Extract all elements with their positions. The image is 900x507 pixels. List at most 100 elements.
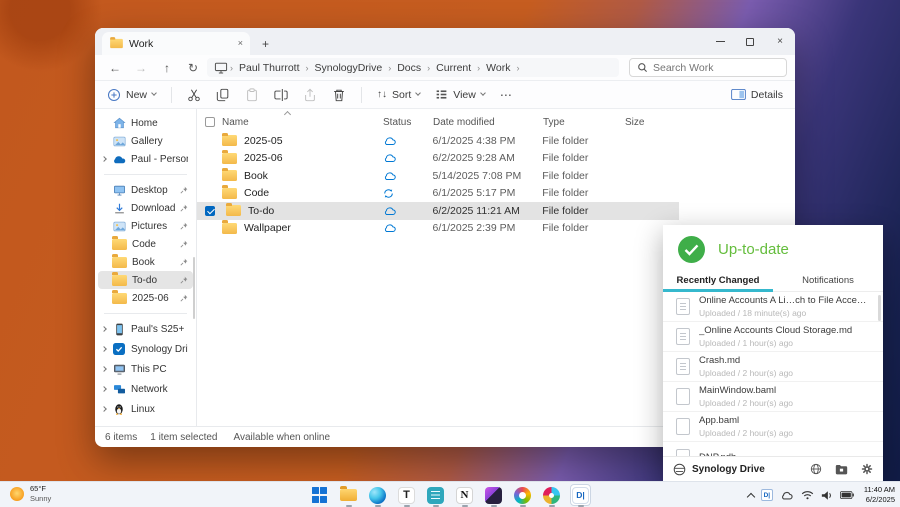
chevron-right-icon[interactable] bbox=[101, 156, 107, 162]
refresh-button[interactable]: ↻ bbox=[181, 62, 205, 74]
tab-work[interactable]: Work × bbox=[102, 32, 250, 55]
delete-button[interactable] bbox=[332, 88, 346, 102]
chevron-right-icon[interactable] bbox=[101, 346, 107, 352]
tray-chevron-up-icon[interactable] bbox=[747, 492, 755, 500]
taskbar-photos[interactable] bbox=[512, 484, 533, 506]
table-row[interactable]: 2025-06 6/2/2025 9:28 AM File folder bbox=[197, 150, 679, 168]
select-all-checkbox[interactable] bbox=[205, 117, 215, 127]
sidebar-item-code[interactable]: Code bbox=[98, 235, 193, 253]
taskbar-edge[interactable] bbox=[367, 484, 388, 506]
document-icon bbox=[676, 358, 690, 375]
sidebar-item-todo[interactable]: To-do bbox=[98, 271, 193, 289]
taskbar-notion[interactable]: N bbox=[454, 484, 475, 506]
table-row[interactable]: Code 6/1/2025 5:17 PM File folder bbox=[197, 185, 679, 203]
sidebar-divider bbox=[104, 174, 187, 175]
new-button[interactable]: New bbox=[107, 88, 156, 102]
folder-open-icon[interactable] bbox=[835, 464, 848, 475]
chevron-right-icon[interactable] bbox=[101, 406, 107, 412]
sidebar-item-label: Pictures bbox=[131, 221, 167, 232]
taskbar-affinity[interactable] bbox=[483, 484, 504, 506]
tab-recently-changed[interactable]: Recently Changed bbox=[663, 271, 773, 291]
sidebar-item-label: Gallery bbox=[131, 136, 163, 147]
tab-close-icon[interactable]: × bbox=[238, 39, 243, 48]
close-button[interactable]: × bbox=[765, 28, 795, 55]
copy-button[interactable] bbox=[216, 88, 230, 102]
tray-onedrive-cloud-icon[interactable] bbox=[780, 491, 794, 500]
globe-icon[interactable] bbox=[810, 463, 822, 475]
gear-icon[interactable] bbox=[861, 463, 873, 475]
tray-synology-icon[interactable]: D| bbox=[761, 489, 773, 501]
table-row-selected[interactable]: To-do 6/2/2025 11:21 AM File folder bbox=[197, 202, 679, 220]
list-item[interactable]: MainWindow.baml Uploaded / 2 hour(s) ago bbox=[663, 382, 883, 412]
row-checkbox-checked[interactable] bbox=[205, 206, 215, 216]
column-header-name[interactable]: Name bbox=[222, 117, 249, 128]
details-button[interactable]: Details bbox=[731, 89, 783, 101]
breadcrumb-item[interactable]: SynologyDrive bbox=[311, 62, 387, 74]
sidebar-item-gallery[interactable]: Gallery bbox=[98, 132, 193, 150]
sidebar-item-home[interactable]: Home bbox=[98, 114, 193, 132]
list-item[interactable]: _Online Accounts Cloud Storage.md Upload… bbox=[663, 322, 883, 352]
address-bar: ← → ↑ ↻ › Paul Thurrott › SynologyDrive … bbox=[95, 55, 795, 80]
column-header-size[interactable]: Size bbox=[625, 117, 680, 128]
list-item[interactable]: DNP.pdb bbox=[663, 442, 883, 456]
list-item[interactable]: App.baml Uploaded / 2 hour(s) ago bbox=[663, 412, 883, 442]
taskbar-slack[interactable] bbox=[541, 484, 562, 506]
taskbar-app-t[interactable]: T bbox=[396, 484, 417, 506]
wifi-icon[interactable] bbox=[801, 490, 814, 500]
paste-button[interactable] bbox=[245, 88, 259, 102]
breadcrumb-item[interactable]: Docs bbox=[393, 62, 425, 74]
share-button[interactable] bbox=[303, 88, 317, 102]
list-item[interactable]: Online Accounts A Li…ch to File Access.m… bbox=[663, 292, 883, 322]
column-header-type[interactable]: Type bbox=[543, 117, 625, 128]
back-button[interactable]: ← bbox=[103, 62, 127, 74]
search-box[interactable] bbox=[629, 58, 787, 77]
sidebar-item-synology-drive[interactable]: Synology Drive - t bbox=[98, 340, 193, 358]
sidebar-item-phone[interactable]: Paul's S25+ bbox=[98, 320, 193, 338]
maximize-button[interactable] bbox=[735, 28, 765, 55]
chevron-right-icon[interactable] bbox=[101, 366, 107, 372]
clock[interactable]: 11:40 AM 6/2/2025 bbox=[864, 485, 895, 505]
sidebar-scrollbar[interactable] bbox=[193, 257, 195, 319]
breadcrumb-item[interactable]: Work bbox=[482, 62, 514, 74]
up-button[interactable]: ↑ bbox=[155, 62, 179, 74]
minimize-button[interactable] bbox=[705, 28, 735, 55]
list-item[interactable]: Crash.md Uploaded / 2 hour(s) ago bbox=[663, 352, 883, 382]
battery-icon[interactable] bbox=[840, 491, 854, 499]
sidebar-item-onedrive-personal[interactable]: Paul - Personal bbox=[98, 150, 193, 168]
breadcrumb-item[interactable]: Current bbox=[432, 62, 475, 74]
breadcrumb-item[interactable]: Paul Thurrott bbox=[235, 62, 304, 74]
popup-scrollbar[interactable] bbox=[878, 295, 881, 321]
sidebar-item-network[interactable]: Network bbox=[98, 380, 193, 398]
taskbar-synology-drive[interactable]: D| bbox=[570, 484, 591, 506]
rename-button[interactable] bbox=[274, 88, 288, 102]
sidebar-item-downloads[interactable]: Downloads bbox=[98, 199, 193, 217]
new-tab-button[interactable]: + bbox=[262, 38, 269, 50]
more-options-button[interactable]: ⋯ bbox=[500, 88, 513, 102]
column-header-date-modified[interactable]: Date modified bbox=[433, 117, 543, 128]
breadcrumb[interactable]: › Paul Thurrott › SynologyDrive › Docs ›… bbox=[207, 58, 619, 77]
sidebar-item-2025-06[interactable]: 2025-06 bbox=[98, 289, 193, 307]
forward-button[interactable]: → bbox=[129, 62, 153, 74]
sidebar-item-this-pc[interactable]: This PC bbox=[98, 360, 193, 378]
sort-button[interactable]: ↑↓ Sort bbox=[377, 89, 420, 101]
view-button[interactable]: View bbox=[435, 88, 485, 101]
table-row[interactable]: Wallpaper 6/1/2025 2:39 PM File folder bbox=[197, 220, 679, 238]
chevron-right-icon[interactable] bbox=[101, 386, 107, 392]
cut-button[interactable] bbox=[187, 88, 201, 102]
volume-icon[interactable] bbox=[821, 490, 833, 501]
sidebar-item-linux[interactable]: Linux bbox=[98, 400, 193, 418]
taskbar-notepad[interactable] bbox=[425, 484, 446, 506]
column-header-status[interactable]: Status bbox=[383, 117, 433, 128]
weather-widget[interactable]: 65°F Sunny bbox=[10, 484, 51, 504]
taskbar-file-explorer[interactable] bbox=[338, 484, 359, 506]
tab-notifications[interactable]: Notifications bbox=[773, 271, 883, 291]
sidebar-item-book[interactable]: Book bbox=[98, 253, 193, 271]
chevron-right-icon[interactable] bbox=[101, 326, 107, 332]
sidebar-item-pictures[interactable]: Pictures bbox=[98, 217, 193, 235]
file-name: 2025-06 bbox=[244, 152, 283, 164]
table-row[interactable]: 2025-05 6/1/2025 4:38 PM File folder bbox=[197, 132, 679, 150]
sidebar-item-desktop[interactable]: Desktop bbox=[98, 181, 193, 199]
table-row[interactable]: Book 5/14/2025 7:08 PM File folder bbox=[197, 167, 679, 185]
start-button[interactable] bbox=[309, 484, 330, 506]
search-input[interactable] bbox=[653, 62, 779, 74]
